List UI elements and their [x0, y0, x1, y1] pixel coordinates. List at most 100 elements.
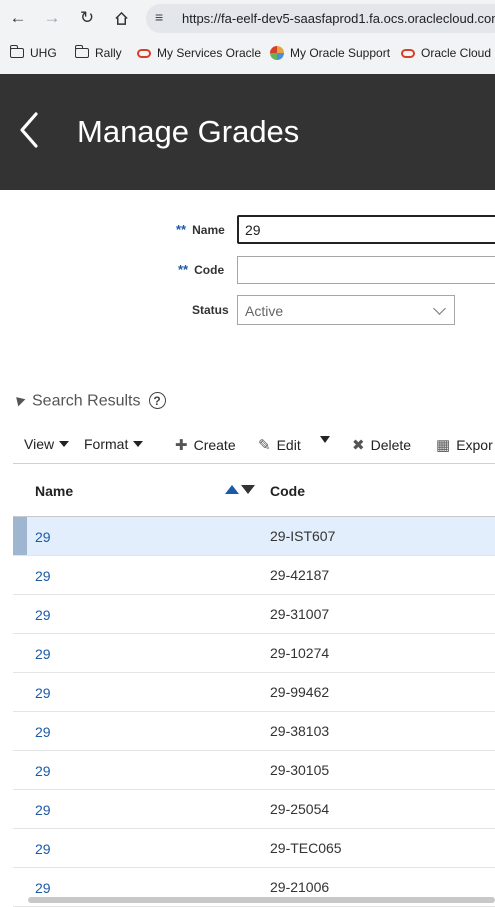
row-selection-marker: [13, 634, 27, 672]
edit-menu-button[interactable]: [318, 436, 330, 443]
search-results-header[interactable]: Search Results?: [12, 392, 166, 414]
bookmark-my-oracle-support[interactable]: My Oracle Support: [270, 46, 390, 60]
grade-code: 29-25054: [270, 801, 330, 817]
create-label: Create: [193, 437, 236, 453]
grade-code: 29-21006: [270, 879, 330, 895]
bookmark-label: My Services Oracle: [157, 46, 262, 60]
grade-name-link[interactable]: 29: [35, 646, 51, 662]
bookmark-label: Rally: [95, 46, 122, 60]
status-value: Active: [245, 303, 284, 319]
grade-name-link[interactable]: 29: [35, 568, 51, 584]
format-menu-button[interactable]: Format: [84, 436, 144, 452]
grade-code: 29-30105: [270, 762, 330, 778]
horizontal-scrollbar[interactable]: [28, 897, 495, 903]
format-label: Format: [84, 436, 129, 452]
oracle-icon: [137, 48, 151, 58]
export-label: Expor: [456, 437, 493, 453]
export-button[interactable]: ▦ Expor: [436, 436, 493, 454]
results-table: Name Code 29 29-IST607 29 29-42187 29 29-31…: [13, 463, 495, 907]
browser-chrome: ← → ↻ ≡ https://fa-eelf-dev5-saasfaprod1…: [0, 0, 495, 74]
bookmark-oracle-cloud[interactable]: Oracle Cloud F: [401, 46, 495, 60]
support-icon: [270, 46, 284, 60]
bookmark-label: Oracle Cloud F: [421, 46, 495, 60]
grade-name-link[interactable]: 29: [35, 880, 51, 896]
row-selection-marker: [13, 517, 27, 555]
view-menu-button[interactable]: View: [24, 436, 70, 452]
collapse-triangle-icon[interactable]: [12, 393, 26, 406]
name-input[interactable]: [237, 215, 495, 244]
grade-code: 29-10274: [270, 645, 330, 661]
table-row[interactable]: 29 29-10274: [13, 634, 495, 673]
address-bar[interactable]: ≡ https://fa-eelf-dev5-saasfaprod1.fa.oc…: [146, 4, 495, 33]
table-row[interactable]: 29 29-99462: [13, 673, 495, 712]
site-settings-icon[interactable]: ≡: [155, 9, 163, 25]
bookmark-rally[interactable]: Rally: [74, 45, 122, 60]
section-title: Search Results: [32, 392, 141, 410]
bookmark-uhg[interactable]: UHG: [9, 45, 57, 60]
sort-icon[interactable]: [225, 485, 255, 494]
table-row[interactable]: 29 29-TEC065: [13, 829, 495, 868]
grade-name-link[interactable]: 29: [35, 685, 51, 701]
caret-down-icon: [320, 436, 330, 443]
grade-code: 29-31007: [270, 606, 330, 622]
oracle-icon: [401, 48, 415, 58]
create-button[interactable]: ✚ Create: [175, 436, 236, 454]
bookmark-my-services-oracle[interactable]: My Services Oracle: [137, 46, 261, 60]
code-input[interactable]: [237, 256, 495, 284]
back-arrow-icon[interactable]: ←: [6, 6, 30, 30]
back-chevron-icon[interactable]: [16, 110, 42, 150]
status-label: Status: [192, 303, 229, 317]
table-row[interactable]: 29 29-IST607: [13, 517, 495, 556]
grade-name-link[interactable]: 29: [35, 841, 51, 857]
row-selection-marker: [13, 868, 27, 906]
pencil-icon: ✎: [258, 437, 271, 454]
delete-label: Delete: [370, 437, 412, 453]
grade-name-link[interactable]: 29: [35, 529, 51, 545]
grade-code: 29-42187: [270, 567, 330, 583]
grade-code: 29-TEC065: [270, 840, 342, 856]
grade-name-link[interactable]: 29: [35, 802, 51, 818]
bookmark-label: My Oracle Support: [290, 46, 391, 60]
table-row[interactable]: 29 29-25054: [13, 790, 495, 829]
sort-descending-icon[interactable]: [241, 485, 255, 494]
grade-code: 29-IST607: [270, 528, 336, 544]
column-header-code[interactable]: Code: [270, 483, 305, 499]
required-marker: **: [178, 262, 189, 277]
edit-label: Edit: [276, 437, 301, 453]
grade-code: 29-99462: [270, 684, 330, 700]
url-text: https://fa-eelf-dev5-saasfaprod1.fa.ocs.…: [182, 11, 495, 26]
table-row[interactable]: 29 29-42187: [13, 556, 495, 595]
grade-name-link[interactable]: 29: [35, 607, 51, 623]
name-label-text: Name: [192, 223, 225, 237]
table-header: Name Code: [13, 464, 495, 517]
folder-icon: [74, 45, 89, 58]
results-toolbar: View Format ✚ Create ✎ Edit ✖ Delete ▦ Expor: [0, 432, 495, 458]
help-icon[interactable]: ?: [148, 392, 166, 409]
row-selection-marker: [13, 712, 27, 750]
caret-down-icon: [59, 441, 70, 447]
status-select[interactable]: Active: [237, 295, 455, 325]
grade-code: 29-38103: [270, 723, 330, 739]
required-marker: **: [176, 222, 187, 237]
code-label-text: Code: [194, 263, 225, 277]
delete-button[interactable]: ✖ Delete: [352, 436, 411, 454]
folder-icon: [9, 45, 24, 58]
grade-name-link[interactable]: 29: [35, 724, 51, 740]
home-icon[interactable]: [109, 6, 133, 30]
column-header-name[interactable]: Name: [35, 483, 73, 499]
table-row[interactable]: 29 29-30105: [13, 751, 495, 790]
plus-icon: ✚: [175, 437, 188, 454]
sort-ascending-icon[interactable]: [225, 485, 239, 494]
edit-button[interactable]: ✎ Edit: [258, 436, 301, 454]
code-label: ** Code: [178, 262, 224, 277]
row-selection-marker: [13, 790, 27, 828]
view-label: View: [24, 436, 55, 452]
grade-name-link[interactable]: 29: [35, 763, 51, 779]
forward-arrow-icon[interactable]: →: [40, 6, 64, 30]
table-row[interactable]: 29 29-38103: [13, 712, 495, 751]
table-row[interactable]: 29 29-31007: [13, 595, 495, 634]
row-selection-marker: [13, 829, 27, 867]
delete-x-icon: ✖: [352, 437, 365, 454]
reload-icon[interactable]: ↻: [75, 6, 99, 30]
row-selection-marker: [13, 556, 27, 594]
